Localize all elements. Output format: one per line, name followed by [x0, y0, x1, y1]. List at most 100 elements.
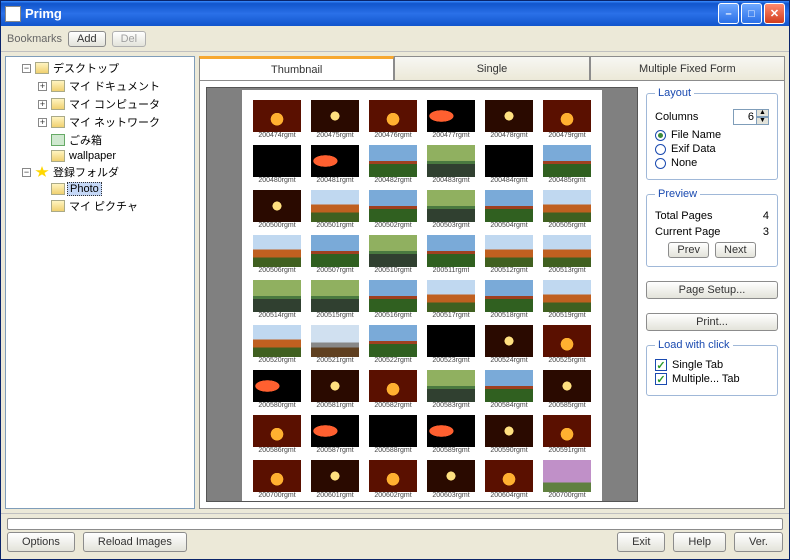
tab-single[interactable]: Single [394, 56, 589, 80]
thumbnail-item[interactable]: 200505rgmt [540, 190, 594, 229]
thumbnail-item[interactable]: 200523rgmt [424, 325, 478, 364]
prev-button[interactable]: Prev [668, 242, 709, 258]
thumbnail-item[interactable]: 200503rgmt [424, 190, 478, 229]
thumbnail-item[interactable]: 200582rgmt [366, 370, 420, 409]
thumbnail-item[interactable]: 200601rgmt [308, 460, 362, 499]
radio-exif[interactable]: Exif Data [655, 143, 769, 155]
thumbnail-item[interactable]: 200479rgmt [540, 100, 594, 139]
minimize-button[interactable]: – [718, 3, 739, 24]
tree-registered[interactable]: −登録フォルダ [22, 163, 194, 181]
print-button[interactable]: Print... [646, 313, 778, 331]
thumbnail-item[interactable]: 200510rgmt [366, 235, 420, 274]
ver-button[interactable]: Ver. [734, 532, 783, 552]
tree-trash[interactable]: ごみ箱 [38, 131, 194, 149]
thumbnail-item[interactable]: 200478rgmt [482, 100, 536, 139]
options-button[interactable]: Options [7, 532, 75, 552]
columns-spin-down[interactable]: ▼ [756, 117, 769, 125]
thumbnail-caption: 200516rgmt [374, 312, 411, 319]
radio-filename[interactable]: File Name [655, 129, 769, 141]
thumbnail-item[interactable]: 200588rgmt [366, 415, 420, 454]
add-button[interactable]: Add [68, 31, 106, 47]
thumbnail-item[interactable]: 200475rgmt [308, 100, 362, 139]
thumbnail-item[interactable]: 200484rgmt [482, 145, 536, 184]
thumbnail-item[interactable]: 200506rgmt [250, 235, 304, 274]
thumbnail-item[interactable]: 200507rgmt [308, 235, 362, 274]
thumbnail-item[interactable]: 200500rgmt [250, 190, 304, 229]
thumbnail-item[interactable]: 200516rgmt [366, 280, 420, 319]
thumbnail-item[interactable]: 200517rgmt [424, 280, 478, 319]
thumbnail-item[interactable]: 200474rgmt [250, 100, 304, 139]
thumbnail-item[interactable]: 200511rgmt [424, 235, 478, 274]
thumbnail-caption: 200601rgmt [316, 492, 353, 499]
thumbnail-item[interactable]: 200524rgmt [482, 325, 536, 364]
close-button[interactable]: ✕ [764, 3, 785, 24]
thumbnail-item[interactable]: 200520rgmt [250, 325, 304, 364]
thumbnail-item[interactable]: 200603rgmt [424, 460, 478, 499]
tree-mypics[interactable]: マイ ピクチャ [38, 197, 194, 215]
thumbnail-item[interactable]: 200502rgmt [366, 190, 420, 229]
del-button[interactable]: Del [112, 31, 147, 47]
check-single-tab[interactable]: ✓Single Tab [655, 359, 769, 371]
folder-tree[interactable]: −デスクトップ +マイ ドキュメント +マイ コンピュータ +マイ ネットワーク… [5, 56, 195, 509]
thumbnail-item[interactable]: 200482rgmt [366, 145, 420, 184]
tab-thumbnail[interactable]: Thumbnail [199, 56, 394, 80]
help-button[interactable]: Help [673, 532, 726, 552]
thumbnail-item[interactable]: 200519rgmt [540, 280, 594, 319]
thumbnail-item[interactable]: 200586rgmt [250, 415, 304, 454]
thumbnail-item[interactable]: 200513rgmt [540, 235, 594, 274]
thumbnail-image [485, 190, 533, 222]
thumbnail-item[interactable]: 200581rgmt [308, 370, 362, 409]
columns-spin-up[interactable]: ▲ [756, 109, 769, 117]
columns-input[interactable] [733, 109, 757, 125]
thumbnail-item[interactable]: 200483rgmt [424, 145, 478, 184]
thumbnail-item[interactable]: 200590rgmt [482, 415, 536, 454]
thumbnail-item[interactable]: 200591rgmt [540, 415, 594, 454]
thumbnail-item[interactable]: 200602rgmt [366, 460, 420, 499]
thumbnail-item[interactable]: 200514rgmt [250, 280, 304, 319]
thumbnail-item[interactable]: 200477rgmt [424, 100, 478, 139]
thumbnail-caption: 200585rgmt [548, 402, 585, 409]
tree-desktop[interactable]: −デスクトップ [22, 59, 194, 77]
thumbnail-item[interactable]: 200583rgmt [424, 370, 478, 409]
thumbnail-caption: 200522rgmt [374, 357, 411, 364]
thumbnail-item[interactable]: 200522rgmt [366, 325, 420, 364]
thumbnail-item[interactable]: 200504rgmt [482, 190, 536, 229]
thumbnail-item[interactable]: 200587rgmt [308, 415, 362, 454]
thumbnail-image [485, 415, 533, 447]
thumbnail-item[interactable]: 200518rgmt [482, 280, 536, 319]
thumbnail-caption: 200475rgmt [316, 132, 353, 139]
thumbnail-caption: 200583rgmt [432, 402, 469, 409]
check-multiple-tab[interactable]: ✓Multiple... Tab [655, 373, 769, 385]
tab-multiple[interactable]: Multiple Fixed Form [590, 56, 785, 80]
thumbnail-item[interactable]: 200589rgmt [424, 415, 478, 454]
maximize-button[interactable]: □ [741, 3, 762, 24]
reload-button[interactable]: Reload Images [83, 532, 187, 552]
thumbnail-item[interactable]: 200604rgmt [482, 460, 536, 499]
tree-wallpaper[interactable]: wallpaper [38, 149, 194, 163]
thumbnail-image [253, 280, 301, 312]
thumbnail-item[interactable]: 200580rgmt [250, 370, 304, 409]
thumbnail-item[interactable]: 200476rgmt [366, 100, 420, 139]
thumbnail-item[interactable]: 200585rgmt [540, 370, 594, 409]
thumbnail-item[interactable]: 200584rgmt [482, 370, 536, 409]
thumbnail-item[interactable]: 200515rgmt [308, 280, 362, 319]
tree-mydocs[interactable]: +マイ ドキュメント [38, 77, 194, 95]
thumbnail-item[interactable]: 200512rgmt [482, 235, 536, 274]
thumbnail-item[interactable]: 200700rgmt [540, 460, 594, 499]
thumbnail-item[interactable]: 200480rgmt [250, 145, 304, 184]
thumbnail-preview-area[interactable]: 200474rgmt 200475rgmt 200476rgmt200477rgmt… [206, 87, 638, 502]
thumbnail-item[interactable]: 200485rgmt [540, 145, 594, 184]
thumbnail-item[interactable]: 200501rgmt [308, 190, 362, 229]
thumbnail-item[interactable]: 200521rgmt [308, 325, 362, 364]
page-setup-button[interactable]: Page Setup... [646, 281, 778, 299]
radio-none[interactable]: None [655, 157, 769, 169]
thumbnail-item[interactable]: 200481rgmt [308, 145, 362, 184]
tree-photo[interactable]: Photo [38, 181, 194, 197]
thumbnail-item[interactable]: 200700rgmt [250, 460, 304, 499]
exit-button[interactable]: Exit [617, 532, 665, 552]
tree-mynetwork[interactable]: +マイ ネットワーク [38, 113, 194, 131]
thumbnail-image [369, 460, 417, 492]
thumbnail-item[interactable]: 200525rgmt [540, 325, 594, 364]
tree-mycomputer[interactable]: +マイ コンピュータ [38, 95, 194, 113]
next-button[interactable]: Next [715, 242, 756, 258]
